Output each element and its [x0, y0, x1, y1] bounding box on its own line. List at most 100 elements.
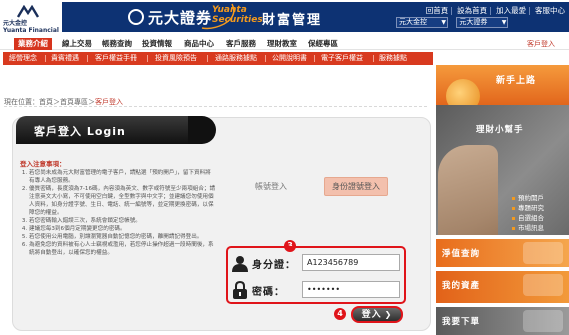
note-item: 優質密碼，長度須為7-16碼，內容須為英文、數字或符號至少兩項組合；請注意英文大… [29, 185, 216, 217]
asset-thumbnail-icon [523, 274, 563, 296]
tab-id-login[interactable]: 身份證號登入 [324, 177, 388, 196]
main-navigation: 業務介紹 線上交易 帳務查詢 投資情報 商品中心 客戶服務 理財教室 保經專區 … [0, 37, 569, 50]
nav-account-query[interactable]: 帳務查詢 [102, 38, 132, 50]
newbie-banner[interactable]: 新手上路 [436, 65, 569, 113]
link-set-homepage[interactable]: 設為首頁 [457, 6, 487, 15]
utility-link-row: 回首頁 | 設為首頁 | 加入最愛 | 客服中心 [425, 6, 565, 15]
company-selectors: 元大金控 ▼ 元大證券 ▼ [396, 17, 514, 28]
group-select[interactable]: 元大金控 ▼ [396, 17, 448, 28]
logo-caption-cn: 元大金控 [3, 20, 28, 27]
login-button[interactable]: 登入 ❯ [351, 306, 403, 323]
brand-name-en: Yuanta Securities [212, 5, 263, 25]
helper-link-label: 預約開戶 [518, 194, 544, 202]
tab-account-login[interactable]: 帳號登入 [240, 180, 302, 194]
subnav-divider [87, 55, 88, 62]
breadcrumb-current: 客戶登入 [95, 98, 123, 106]
net-value-query-banner[interactable]: 淨值查詢 [436, 239, 569, 267]
helper-link-label: 市場訊息 [518, 224, 544, 232]
nav-online-trading[interactable]: 線上交易 [62, 38, 92, 50]
helper-link-portfolio[interactable]: 自選組合 [512, 213, 544, 223]
note-item: 若您使用公用電腦，別讓瀏覽器自動記憶您的密碼，離開請記得登出。 [29, 233, 216, 241]
lock-icon [233, 281, 247, 299]
subnav-branches[interactable]: 服務據點 [379, 52, 407, 65]
credential-form: 身分證： 密碼： [226, 246, 406, 304]
logo-caption-en: Yuanta Financial [3, 27, 59, 34]
note-item: 若您密碼輸入錯誤三次，系統會鎖定您帳號。 [29, 217, 216, 225]
helper-title: 理財小幫手 [476, 125, 524, 135]
subnav-channel-service[interactable]: 通路服務據點 [215, 52, 257, 65]
nav-finance-class[interactable]: 理財教室 [267, 38, 297, 50]
link-home[interactable]: 回首頁 [426, 6, 449, 15]
subnav-rights-handbook[interactable]: 客戶權益手冊 [95, 52, 137, 65]
note-item: 若您尚未成為元大財富管理的電子客戶，請點選「預約開戶」，留下資料將有專人為您服務… [29, 169, 216, 185]
note-item: 為避免您的資料被有心人士竊視或濫用，若您停止操作超過一段時間後，系統將自動登出，… [29, 241, 216, 257]
link-add-favorite[interactable]: 加入最愛 [496, 6, 526, 15]
company-select[interactable]: 元大證券 ▼ [456, 17, 509, 28]
finance-helper-panel: 理財小幫手 預約開戶 專題研究 自選組合 市場訊息 [436, 105, 569, 235]
notes-list: 若您尚未成為元大財富管理的電子客戶，請點選「預約開戶」，留下資料將有專人為您服務… [20, 169, 216, 257]
helper-link-open-account[interactable]: 預約開戶 [512, 193, 544, 203]
net-value-label: 淨值查詢 [442, 249, 481, 259]
breadcrumb-separator: ＞ [88, 98, 95, 106]
helper-link-label: 自選組合 [518, 214, 544, 222]
nav-business-intro[interactable]: 業務介紹 [14, 38, 52, 50]
breadcrumb-home-zone[interactable]: 首頁專區 [60, 98, 88, 106]
subnav-risk-notice[interactable]: 投資風險預告 [155, 52, 197, 65]
subnav-divider [314, 55, 315, 62]
gavel-thumbnail-icon [523, 310, 563, 332]
place-order-banner[interactable]: 我要下單 [436, 307, 569, 335]
id-number-input[interactable] [302, 254, 400, 271]
customer-login-link[interactable]: 客戶登入 [527, 38, 555, 50]
brand-banner: 元大證券 Yuanta Securities 財富管理 [62, 2, 392, 32]
subnav-prospectus[interactable]: 公開說明書 [272, 52, 307, 65]
helper-link-research[interactable]: 專題研究 [512, 203, 544, 213]
bullet-icon [512, 226, 515, 230]
yuanta-financial-logo[interactable]: 元大金控 Yuanta Financial [3, 3, 65, 34]
login-title-bar: 客戶登入 Login [16, 116, 216, 144]
yuanta-logo-mark-icon [16, 5, 40, 18]
yuanta-seal-icon [128, 9, 144, 25]
site-header: 元大金控 Yuanta Financial 元大證券 Yuanta Securi… [0, 0, 569, 36]
helper-link-market-info[interactable]: 市場訊息 [512, 223, 544, 233]
subnav-philosophy[interactable]: 經營理念 [9, 52, 37, 65]
subnav-vip[interactable]: 貴賓禮遇 [51, 52, 79, 65]
breadcrumb-separator: ＞ [53, 98, 60, 106]
hand-illustration-icon [438, 145, 498, 235]
sub-navigation: 經營理念 貴賓禮遇 客戶權益手冊 投資風險預告 通路服務據點 公開說明書 電子客… [3, 52, 433, 65]
right-sidebar: 新手上路 理財小幫手 預約開戶 專題研究 自選組合 市場訊息 淨值查詢 我的資產… [436, 65, 569, 335]
bullet-icon [512, 216, 515, 220]
chart-thumbnail-icon [523, 242, 563, 264]
bullet-icon [512, 196, 515, 200]
newbie-title: 新手上路 [496, 76, 537, 86]
place-order-label: 我要下單 [442, 317, 481, 327]
my-assets-banner[interactable]: 我的資產 [436, 271, 569, 303]
subnav-divider [147, 55, 148, 62]
subnav-e-rights[interactable]: 電子客戶權益 [321, 52, 363, 65]
nav-product-center[interactable]: 商品中心 [184, 38, 214, 50]
utility-links: 回首頁 | 設為首頁 | 加入最愛 | 客服中心 元大金控 ▼ 元大證券 ▼ [392, 2, 569, 32]
helper-link-label: 專題研究 [518, 204, 544, 212]
company-select-value: 元大證券 [459, 18, 488, 26]
user-icon [232, 256, 248, 272]
chevron-down-icon: ▼ [441, 19, 446, 26]
helper-links: 預約開戶 專題研究 自選組合 市場訊息 [512, 193, 544, 233]
id-field-row: 身分證： [228, 251, 404, 275]
id-label: 身分證： [252, 260, 296, 271]
login-notes: 登入注意事項： 若您尚未成為元大財富管理的電子客戶，請點選「預約開戶」，留下資料… [20, 160, 216, 257]
breadcrumb-prefix: 現在位置： [4, 98, 39, 106]
subnav-divider [373, 55, 374, 62]
link-customer-service[interactable]: 客服中心 [535, 6, 565, 15]
breadcrumb-home[interactable]: 首頁 [39, 98, 53, 106]
logo-caption: 元大金控 Yuanta Financial [3, 20, 65, 34]
password-input[interactable] [302, 281, 400, 298]
subnav-divider [207, 55, 208, 62]
nav-investment-info[interactable]: 投資情報 [142, 38, 172, 50]
title-tab-curve [188, 116, 216, 144]
my-assets-label: 我的資產 [442, 281, 481, 291]
nav-insurance-zone[interactable]: 保經專區 [308, 38, 338, 50]
step-badge-button: 4 [334, 308, 346, 320]
group-select-value: 元大金控 [399, 18, 427, 26]
nav-customer-service[interactable]: 客戶服務 [226, 38, 256, 50]
login-button-label: 登入 [361, 310, 382, 320]
chevron-right-icon: ❯ [384, 310, 393, 319]
